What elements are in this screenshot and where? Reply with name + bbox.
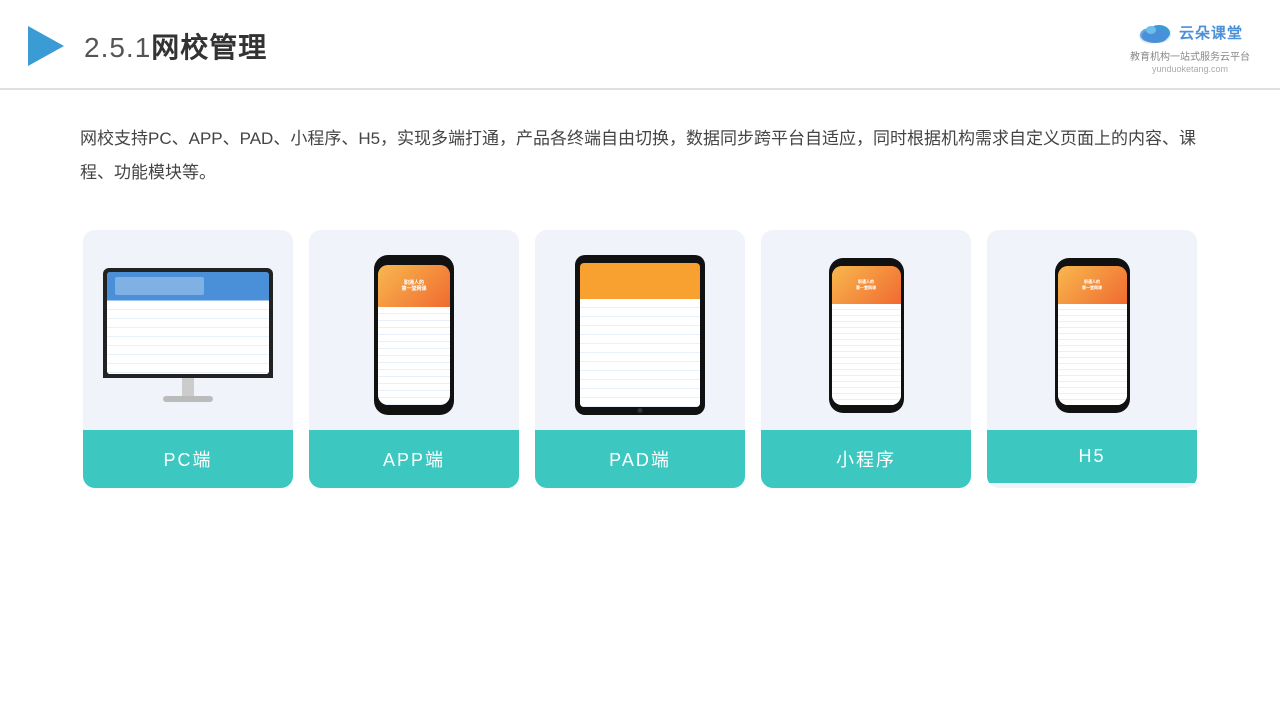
card-miniprogram: 职通人的第一堂网课 小程序 xyxy=(761,230,971,488)
card-app: 职通人的第一堂网课 APP端 xyxy=(309,230,519,488)
card-h5-image: 职通人的第一堂网课 xyxy=(987,230,1197,430)
card-app-label: APP端 xyxy=(309,430,519,488)
phone-notch xyxy=(403,259,425,264)
phone-device: 职通人的第一堂网课 xyxy=(374,255,454,415)
card-pad-image xyxy=(535,230,745,430)
card-h5-label: H5 xyxy=(987,430,1197,483)
page-title: 2.5.1网校管理 xyxy=(84,26,267,66)
header-left: 2.5.1网校管理 xyxy=(20,22,267,70)
card-pc-label: PC端 xyxy=(83,430,293,488)
miniphone-device: 职通人的第一堂网课 xyxy=(829,258,904,413)
monitor-neck xyxy=(182,378,194,396)
cloud-logo-icon xyxy=(1137,18,1173,46)
mini-phone-screen: 职通人的第一堂网课 xyxy=(832,266,901,405)
tablet-camera xyxy=(638,408,643,413)
monitor-base xyxy=(163,396,213,402)
mini-phone-notch xyxy=(856,262,876,266)
tablet-device xyxy=(575,255,705,415)
page-header: 2.5.1网校管理 云朵课堂 教育机构一站式服务云平台 yunduoketang… xyxy=(0,0,1280,90)
h5phone-device: 职通人的第一堂网课 xyxy=(1055,258,1130,413)
play-icon xyxy=(20,22,68,70)
logo-tagline: 教育机构一站式服务云平台 xyxy=(1130,48,1250,63)
mini-phone-banner: 职通人的第一堂网课 xyxy=(832,266,901,305)
logo-cloud: 云朵课堂 xyxy=(1137,18,1243,46)
logo-url: yunduoketang.com xyxy=(1152,64,1228,74)
card-miniprogram-image: 职通人的第一堂网课 xyxy=(761,230,971,430)
h5-phone-notch xyxy=(1082,262,1102,266)
phone-screen: 职通人的第一堂网课 xyxy=(378,265,450,405)
monitor-screen-inner xyxy=(107,272,269,374)
logo-area: 云朵课堂 教育机构一站式服务云平台 yunduoketang.com xyxy=(1130,18,1250,74)
card-miniprogram-label: 小程序 xyxy=(761,430,971,488)
logo-name: 云朵课堂 xyxy=(1179,22,1243,43)
card-pc: PC端 xyxy=(83,230,293,488)
h5-phone-screen: 职通人的第一堂网课 xyxy=(1058,266,1127,405)
card-pad: PAD端 xyxy=(535,230,745,488)
tablet-screen xyxy=(580,263,700,407)
card-app-image: 职通人的第一堂网课 xyxy=(309,230,519,430)
description-text: 网校支持PC、APP、PAD、小程序、H5，实现多端打通，产品各终端自由切换，数… xyxy=(0,90,1280,210)
monitor-device xyxy=(103,268,273,402)
card-h5: 职通人的第一堂网课 H5 xyxy=(987,230,1197,488)
cards-container: PC端 职通人的第一堂网课 APP端 PAD端 xyxy=(0,210,1280,518)
monitor-screen-outer xyxy=(103,268,273,378)
card-pc-image xyxy=(83,230,293,430)
phone-screen-orange: 职通人的第一堂网课 xyxy=(378,265,450,307)
monitor-screen-content xyxy=(107,272,269,374)
h5-phone-banner: 职通人的第一堂网课 xyxy=(1058,266,1127,305)
card-pad-label: PAD端 xyxy=(535,430,745,488)
